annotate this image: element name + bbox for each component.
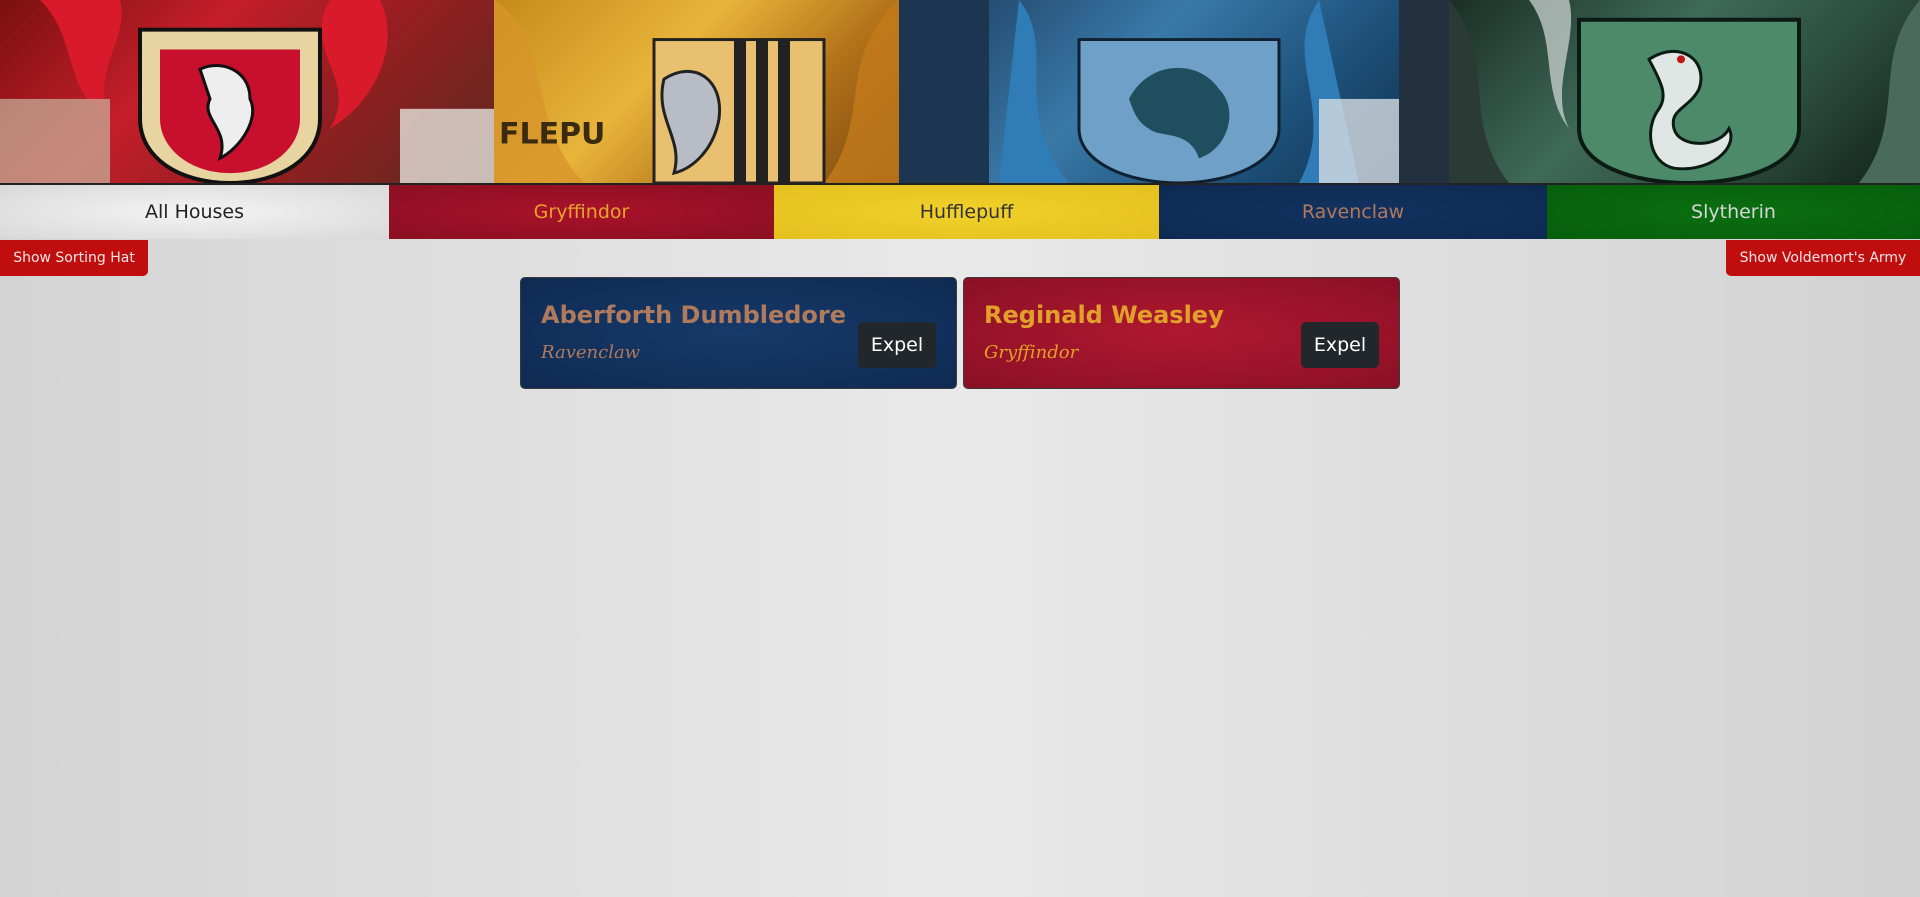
tab-all-houses[interactable]: All Houses [0,185,389,239]
student-card: Reginald Weasley Gryffindor Expel [963,277,1400,389]
tab-ravenclaw[interactable]: Ravenclaw [1159,185,1547,239]
tab-hufflepuff[interactable]: Hufflepuff [774,185,1159,239]
show-sorting-hat-button[interactable]: Show Sorting Hat [0,240,148,276]
tab-slytherin[interactable]: Slytherin [1547,185,1920,239]
gryffindor-crest-image [0,0,494,183]
house-crest-banner: FLEPU [0,0,1920,185]
house-filter-nav: All Houses Gryffindor Hufflepuff Ravencl… [0,185,1920,239]
ravenclaw-crest-image [899,0,1449,183]
show-voldemorts-army-button[interactable]: Show Voldemort's Army [1726,240,1920,276]
svg-text:FLEPU: FLEPU [499,117,605,152]
slytherin-crest-image [1449,0,1920,183]
expel-button[interactable]: Expel [1301,322,1379,368]
tab-gryffindor[interactable]: Gryffindor [389,185,774,239]
expel-button[interactable]: Expel [858,322,936,368]
student-card: Aberforth Dumbledore Ravenclaw Expel [520,277,957,389]
hufflepuff-crest-image: FLEPU [494,0,899,183]
